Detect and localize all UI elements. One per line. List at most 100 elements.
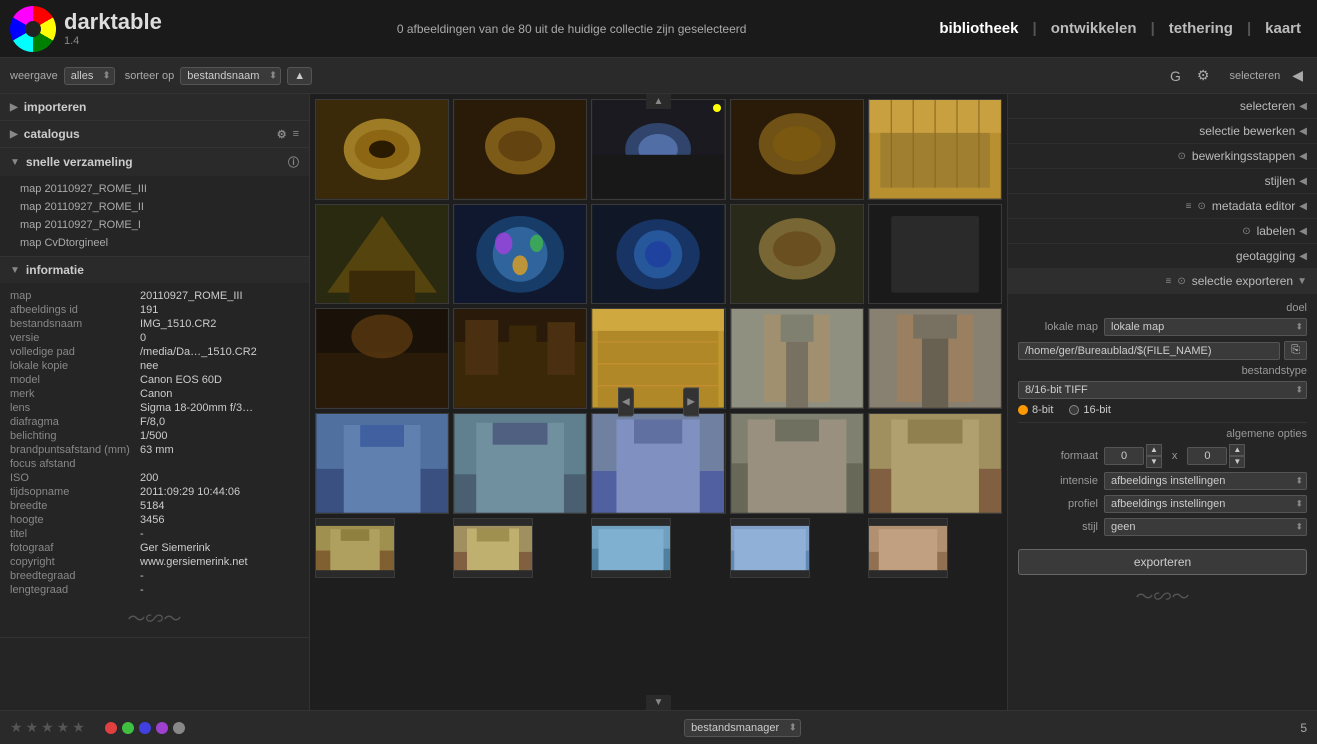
panel-bewerkingsstappen[interactable]: ⊙ bewerkingsstappen ◀ <box>1008 144 1317 169</box>
selecteren-label: selecteren <box>1229 70 1280 82</box>
thumb-r1c1[interactable] <box>315 99 449 200</box>
scroll-down-arrow[interactable]: ▼ <box>646 695 672 710</box>
panel-stijlen[interactable]: stijlen ◀ <box>1008 169 1317 194</box>
star-2[interactable]: ★ <box>26 719 39 736</box>
16bit-label: 16-bit <box>1083 404 1111 416</box>
profiel-select[interactable]: afbeeldings instellingen <box>1104 495 1307 513</box>
informatie-label: informatie <box>26 263 84 277</box>
g-button[interactable]: G <box>1166 66 1185 86</box>
thumb-r4c1[interactable] <box>315 413 449 514</box>
thumb-r3c4[interactable] <box>730 308 864 409</box>
color-label-blue[interactable] <box>139 722 151 734</box>
metadata-icon-info: ⊙ <box>1198 201 1206 212</box>
info-row-belichting: belichting 1/500 <box>10 429 299 443</box>
color-label-gray[interactable] <box>173 722 185 734</box>
panel-selecteren[interactable]: selecteren ◀ <box>1008 94 1317 119</box>
radio-16bit[interactable]: 16-bit <box>1069 404 1111 416</box>
thumb-r1c5[interactable] <box>868 99 1002 200</box>
bestandsmanager-select[interactable]: bestandsmanager <box>684 719 801 737</box>
nav-ontwikkelen[interactable]: ontwikkelen <box>1045 16 1143 41</box>
importeren-section: ▶ importeren <box>0 94 309 121</box>
selecteren-arrow[interactable]: ◀ <box>1288 65 1307 86</box>
nav-kaart[interactable]: kaart <box>1259 16 1307 41</box>
collection-item-rome3[interactable]: map 20110927_ROME_III <box>0 180 309 198</box>
path-copy-btn[interactable]: ⎘ <box>1284 341 1307 360</box>
thumb-r1c3[interactable] <box>591 99 725 200</box>
catalogus-header[interactable]: ▶ catalogus ⚙ ≡ <box>0 121 309 147</box>
catalogus-icon-settings[interactable]: ⚙ <box>277 128 287 141</box>
snelle-verzameling-header[interactable]: ▼ snelle verzameling ⓘ <box>0 148 309 176</box>
formaat-w-up[interactable]: ▲ <box>1146 444 1162 456</box>
color-label-red[interactable] <box>105 722 117 734</box>
formaat-h-up[interactable]: ▲ <box>1229 444 1245 456</box>
scroll-up-arrow[interactable]: ▲ <box>646 94 672 109</box>
panel-labelen[interactable]: ⊙ labelen ◀ <box>1008 219 1317 244</box>
thumb-r5c3[interactable] <box>591 518 671 578</box>
lokale-map-select[interactable]: lokale map <box>1104 318 1307 336</box>
thumb-r1c2[interactable] <box>453 99 587 200</box>
collection-item-rome1[interactable]: map 20110927_ROME_I <box>0 216 309 234</box>
thumbnail-area[interactable] <box>310 94 1007 710</box>
color-label-purple[interactable] <box>156 722 168 734</box>
sort-direction-btn[interactable]: ▲ <box>287 67 312 85</box>
color-label-green[interactable] <box>122 722 134 734</box>
thumb-r4c2[interactable] <box>453 413 587 514</box>
catalogus-icon-list[interactable]: ≡ <box>293 128 299 141</box>
nav-bibliotheek[interactable]: bibliotheek <box>933 16 1024 41</box>
thumb-r2c3[interactable] <box>591 204 725 305</box>
thumb-r2c5[interactable] <box>868 204 1002 305</box>
metadata-icon-list: ≡ <box>1186 201 1192 212</box>
formaat-h-input[interactable] <box>1187 447 1227 465</box>
nav-tethering[interactable]: tethering <box>1163 16 1239 41</box>
formaat-w-input[interactable] <box>1104 447 1144 465</box>
exporteren-button[interactable]: exporteren <box>1018 549 1307 575</box>
star-4[interactable]: ★ <box>57 719 70 736</box>
thumb-r3c3[interactable] <box>591 308 725 409</box>
thumb-r5c1[interactable] <box>315 518 395 578</box>
weergave-select[interactable]: alles <box>64 67 115 85</box>
thumb-r2c2[interactable] <box>453 204 587 305</box>
panel-selectie-bewerken[interactable]: selectie bewerken ◀ <box>1008 119 1317 144</box>
formaat-label: formaat <box>1018 450 1098 462</box>
labelen-text: labelen <box>1257 224 1296 238</box>
star-1[interactable]: ★ <box>10 719 23 736</box>
bewerkingsstappen-text: bewerkingsstappen <box>1192 149 1295 163</box>
star-3[interactable]: ★ <box>41 719 54 736</box>
informatie-header[interactable]: ▼ informatie <box>0 257 309 283</box>
thumb-r5c2[interactable] <box>453 518 533 578</box>
importeren-header[interactable]: ▶ importeren <box>0 94 309 120</box>
thumb-r5c4[interactable] <box>730 518 810 578</box>
collection-item-cvd[interactable]: map CvDtorgineel <box>0 234 309 252</box>
thumb-r4c4[interactable] <box>730 413 864 514</box>
right-sidebar: selecteren ◀ selectie bewerken ◀ ⊙ bewer… <box>1007 94 1317 710</box>
path-input[interactable] <box>1018 342 1280 360</box>
settings-icon[interactable]: ⚙ <box>1193 65 1214 86</box>
info-row-pad: volledige pad /media/Da…_1510.CR2 <box>10 345 299 359</box>
right-sidebar-collapse[interactable]: ▶ <box>683 388 699 417</box>
sorteer-select[interactable]: bestandsnaam <box>180 67 281 85</box>
star-5[interactable]: ★ <box>72 719 85 736</box>
thumb-r3c5[interactable] <box>868 308 1002 409</box>
stijl-select[interactable]: geen <box>1104 518 1307 536</box>
radio-8bit[interactable]: 8-bit <box>1018 404 1053 416</box>
left-sidebar-collapse[interactable]: ◀ <box>618 388 634 417</box>
thumb-r2c4[interactable] <box>730 204 864 305</box>
snelle-verzameling-icon-info[interactable]: ⓘ <box>288 154 299 170</box>
formaat-w-down[interactable]: ▼ <box>1146 456 1162 468</box>
bestandstype-select[interactable]: 8/16-bit TIFF <box>1018 381 1307 399</box>
thumb-r5c5[interactable] <box>868 518 948 578</box>
thumb-r1c4[interactable] <box>730 99 864 200</box>
intensie-select[interactable]: afbeeldings instellingen <box>1104 472 1307 490</box>
collection-item-rome2[interactable]: map 20110927_ROME_II <box>0 198 309 216</box>
thumb-r3c2[interactable] <box>453 308 587 409</box>
panel-geotagging[interactable]: geotagging ◀ <box>1008 244 1317 269</box>
thumb-r4c5[interactable] <box>868 413 1002 514</box>
panel-metadata-editor[interactable]: ≡ ⊙ metadata editor ◀ <box>1008 194 1317 219</box>
thumb-r4c3[interactable] <box>591 413 725 514</box>
thumb-r2c1[interactable] <box>315 204 449 305</box>
thumb-r3c1[interactable] <box>315 308 449 409</box>
panel-selectie-exporteren[interactable]: ≡ ⊙ selectie exporteren ▼ <box>1008 269 1317 294</box>
formaat-h-down[interactable]: ▼ <box>1229 456 1245 468</box>
sorteer-group: sorteer op bestandsnaam ▲ <box>125 67 312 85</box>
exporteren-icon-info: ⊙ <box>1177 276 1185 287</box>
